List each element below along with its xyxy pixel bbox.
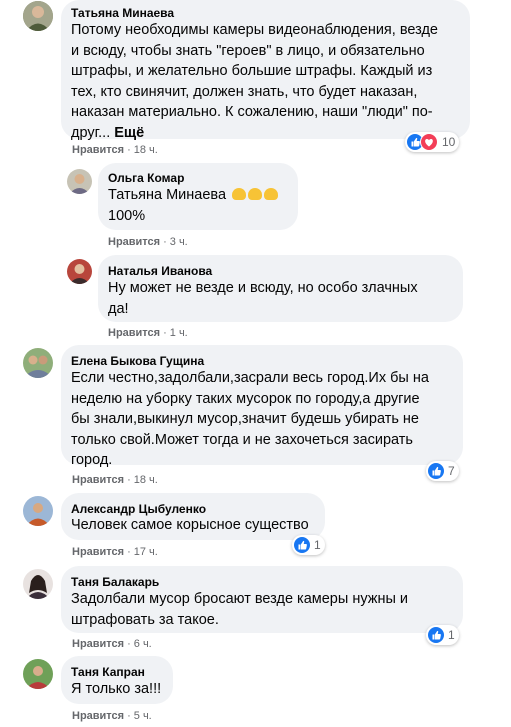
comment-bubble: Таня Балакарь Задолбали мусор бросают ве… xyxy=(61,566,463,633)
comment-bubble: Наталья Иванова Ну может не везде и всюд… xyxy=(98,255,463,322)
comment-line: и всюду, чтобы знать "героев" в лицо, и … xyxy=(71,42,425,59)
comment-time[interactable]: 5 ч. xyxy=(134,710,152,722)
like-link[interactable]: Нравится xyxy=(72,638,124,650)
reaction-count: 1 xyxy=(448,628,455,642)
like-link[interactable]: Нравится xyxy=(72,474,124,486)
comment-actions: Нравится · 5 ч. xyxy=(72,710,152,722)
comment-actions: Нравится · 18 ч. xyxy=(72,474,158,486)
like-link[interactable]: Нравится xyxy=(72,710,124,722)
comment-line: город. xyxy=(71,452,113,468)
reaction-count: 1 xyxy=(314,538,321,552)
comment-author[interactable]: Таня Капран xyxy=(71,665,145,679)
see-more-link[interactable]: Ещё xyxy=(114,125,144,141)
avatar[interactable] xyxy=(67,259,92,284)
comment-line: Потому необходимы камеры видеонаблюдения… xyxy=(71,22,438,38)
comment-author[interactable]: Таня Балакарь xyxy=(71,575,159,589)
comment-line: неделю на уборку таких мусорок по городу… xyxy=(71,390,420,407)
comment-bubble: Таня Капран Я только за!!! xyxy=(61,656,173,704)
comment-line: да! xyxy=(108,300,129,317)
like-reaction-icon xyxy=(428,463,444,479)
comment-bubble: Ольга Комар Татьяна Минаева 100% xyxy=(98,163,298,230)
like-link[interactable]: Нравится xyxy=(72,546,124,558)
comment-line: Если честно,задолбали,засрали весь город… xyxy=(71,370,429,386)
mention-link[interactable]: Татьяна Минаева xyxy=(108,187,226,203)
comment-time[interactable]: 6 ч. xyxy=(134,638,152,650)
like-reaction-icon xyxy=(428,627,444,643)
avatar[interactable] xyxy=(23,1,53,31)
avatar[interactable] xyxy=(23,659,53,689)
comment-line: бы знали,выкинул мусор,значит будешь уби… xyxy=(71,411,419,427)
comment-text: Ну может не везде и всюду, но особо злач… xyxy=(108,278,418,319)
comment-line-text: друг... xyxy=(71,124,111,141)
comment-author[interactable]: Наталья Иванова xyxy=(108,264,212,278)
comment-text: Если честно,задолбали,засрали весь город… xyxy=(71,368,429,471)
comment-bubble: Александр Цыбуленко Человек самое корысн… xyxy=(61,493,325,540)
comment-author[interactable]: Ольга Комар xyxy=(108,171,184,185)
comment-time[interactable]: 18 ч. xyxy=(134,474,158,486)
avatar[interactable] xyxy=(23,348,53,378)
raised-hands-emoji-icon xyxy=(248,188,263,200)
comment-author[interactable]: Александр Цыбуленко xyxy=(71,502,206,516)
comment-line: Ну может не везде и всюду, но особо злач… xyxy=(108,280,418,296)
comment-text: Задолбали мусор бросают везде камеры нуж… xyxy=(71,589,408,630)
comment-line: штрафовать за такое. xyxy=(71,611,219,628)
comment-line: Человек самое корысное существо xyxy=(71,517,309,533)
comment-text: Человек самое корысное существо xyxy=(71,515,309,536)
reaction-summary[interactable]: 10 xyxy=(405,132,460,152)
comment-line: Татьяна Минаева xyxy=(108,185,279,206)
like-link[interactable]: Нравится xyxy=(108,327,160,339)
comment-time[interactable]: 18 ч. xyxy=(134,144,158,156)
comment-actions: Нравится · 1 ч. xyxy=(108,327,188,339)
like-link[interactable]: Нравится xyxy=(72,144,124,156)
comment-line: только свой.Может тогда и не захочеться … xyxy=(71,431,413,448)
comment-bubble: Татьяна Минаева Потому необходимы камеры… xyxy=(61,0,470,141)
raised-hands-emoji-icon xyxy=(232,188,247,200)
comment-actions: Нравится · 17 ч. xyxy=(72,546,158,558)
avatar[interactable] xyxy=(23,569,53,599)
comment-line: тех, кто свинячит, должен знать, что буд… xyxy=(71,83,418,100)
like-link[interactable]: Нравится xyxy=(108,236,160,248)
comment-line: Я только за!!! xyxy=(71,681,162,697)
comment-line: наказан материально. К сожалению, наши "… xyxy=(71,104,433,120)
comment-line: штрафы, и желательно большие штрафы. Каж… xyxy=(71,63,433,79)
comment-line: друг... Ещё xyxy=(71,123,438,144)
comment-actions: Нравится · 18 ч. xyxy=(72,144,158,156)
comment-text: Я только за!!! xyxy=(71,679,161,700)
avatar[interactable] xyxy=(67,169,92,194)
comment-author[interactable]: Елена Быкова Гущина xyxy=(71,354,204,368)
reaction-count: 10 xyxy=(442,135,456,149)
reaction-count: 7 xyxy=(448,464,455,478)
comment-time[interactable]: 3 ч. xyxy=(170,236,188,248)
comment-actions: Нравится · 3 ч. xyxy=(108,236,188,248)
comment-author[interactable]: Татьяна Минаева xyxy=(71,6,174,20)
comment-actions: Нравится · 6 ч. xyxy=(72,638,152,650)
reaction-summary[interactable]: 7 xyxy=(426,461,459,481)
love-reaction-icon xyxy=(420,133,438,151)
avatar[interactable] xyxy=(23,496,53,526)
comment-time[interactable]: 1 ч. xyxy=(170,327,188,339)
comment-bubble: Елена Быкова Гущина Если честно,задолбал… xyxy=(61,345,463,468)
comment-line: 100% xyxy=(108,207,146,224)
comment-line: Задолбали мусор бросают везде камеры нуж… xyxy=(71,591,408,607)
comment-time[interactable]: 17 ч. xyxy=(134,546,158,558)
comment-text: Потому необходимы камеры видеонаблюдения… xyxy=(71,20,438,143)
raised-hands-emoji-icon xyxy=(264,188,279,200)
like-reaction-icon xyxy=(294,537,310,553)
comment-text: Татьяна Минаева 100% xyxy=(108,185,279,226)
reaction-summary[interactable]: 1 xyxy=(292,535,325,555)
reaction-summary[interactable]: 1 xyxy=(426,625,459,645)
